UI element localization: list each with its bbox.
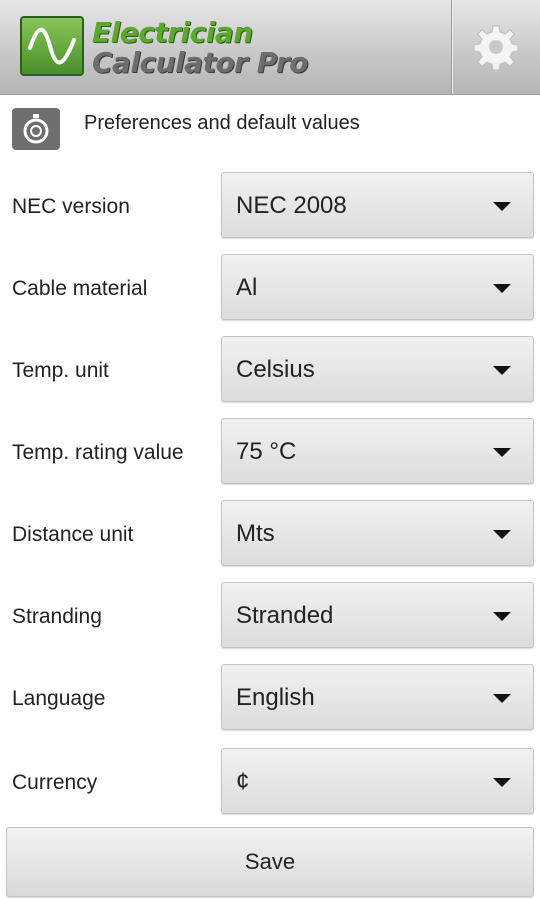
temp-unit-value: Celsius — [236, 356, 315, 383]
dropdown-arrow-icon — [493, 284, 511, 293]
distance-unit-value: Mts — [236, 520, 275, 547]
app-header: Electrician Calculator Pro — [0, 0, 540, 95]
gear-icon — [473, 25, 519, 70]
currency-spinner[interactable]: ¢ — [221, 748, 534, 814]
temp-rating-value: 75 °C — [236, 438, 297, 465]
distance-unit-spinner[interactable]: Mts — [221, 500, 534, 566]
dropdown-arrow-icon — [493, 778, 511, 787]
app-title-line1: Electrician — [92, 16, 253, 49]
cable-material-spinner[interactable]: Al — [221, 254, 534, 320]
temp-unit-label: Temp. unit — [12, 359, 109, 382]
sine-wave-icon — [20, 16, 84, 76]
currency-value: ¢ — [236, 768, 250, 795]
currency-label: Currency — [12, 771, 98, 794]
language-value: English — [236, 684, 315, 711]
dropdown-arrow-icon — [493, 202, 511, 211]
stranding-spinner[interactable]: Stranded — [221, 582, 534, 648]
dropdown-arrow-icon — [493, 612, 511, 621]
cable-material-label: Cable material — [12, 277, 148, 300]
dropdown-arrow-icon — [493, 694, 511, 703]
stranding-value: Stranded — [236, 602, 334, 629]
language-label: Language — [12, 687, 106, 710]
dropdown-arrow-icon — [493, 448, 511, 457]
nec-version-label: NEC version — [12, 195, 130, 218]
save-button[interactable]: Save — [6, 827, 534, 897]
timer-icon — [12, 108, 60, 150]
cable-material-value: Al — [236, 274, 258, 301]
preferences-header: Preferences and default values — [0, 94, 540, 160]
dropdown-arrow-icon — [493, 366, 511, 375]
settings-button[interactable] — [453, 0, 540, 94]
dropdown-arrow-icon — [493, 530, 511, 539]
stranding-label: Stranding — [12, 605, 102, 628]
preferences-title: Preferences and default values — [84, 112, 360, 134]
header-divider — [451, 0, 452, 94]
temp-unit-spinner[interactable]: Celsius — [221, 336, 534, 402]
temp-rating-spinner[interactable]: 75 °C — [221, 418, 534, 484]
temp-rating-label: Temp. rating value — [12, 441, 184, 464]
language-spinner[interactable]: English — [221, 664, 534, 730]
nec-version-spinner[interactable]: NEC 2008 — [221, 172, 534, 238]
nec-version-value: NEC 2008 — [236, 192, 347, 219]
app-title-line2: Calculator Pro — [92, 46, 308, 79]
distance-unit-label: Distance unit — [12, 523, 134, 546]
